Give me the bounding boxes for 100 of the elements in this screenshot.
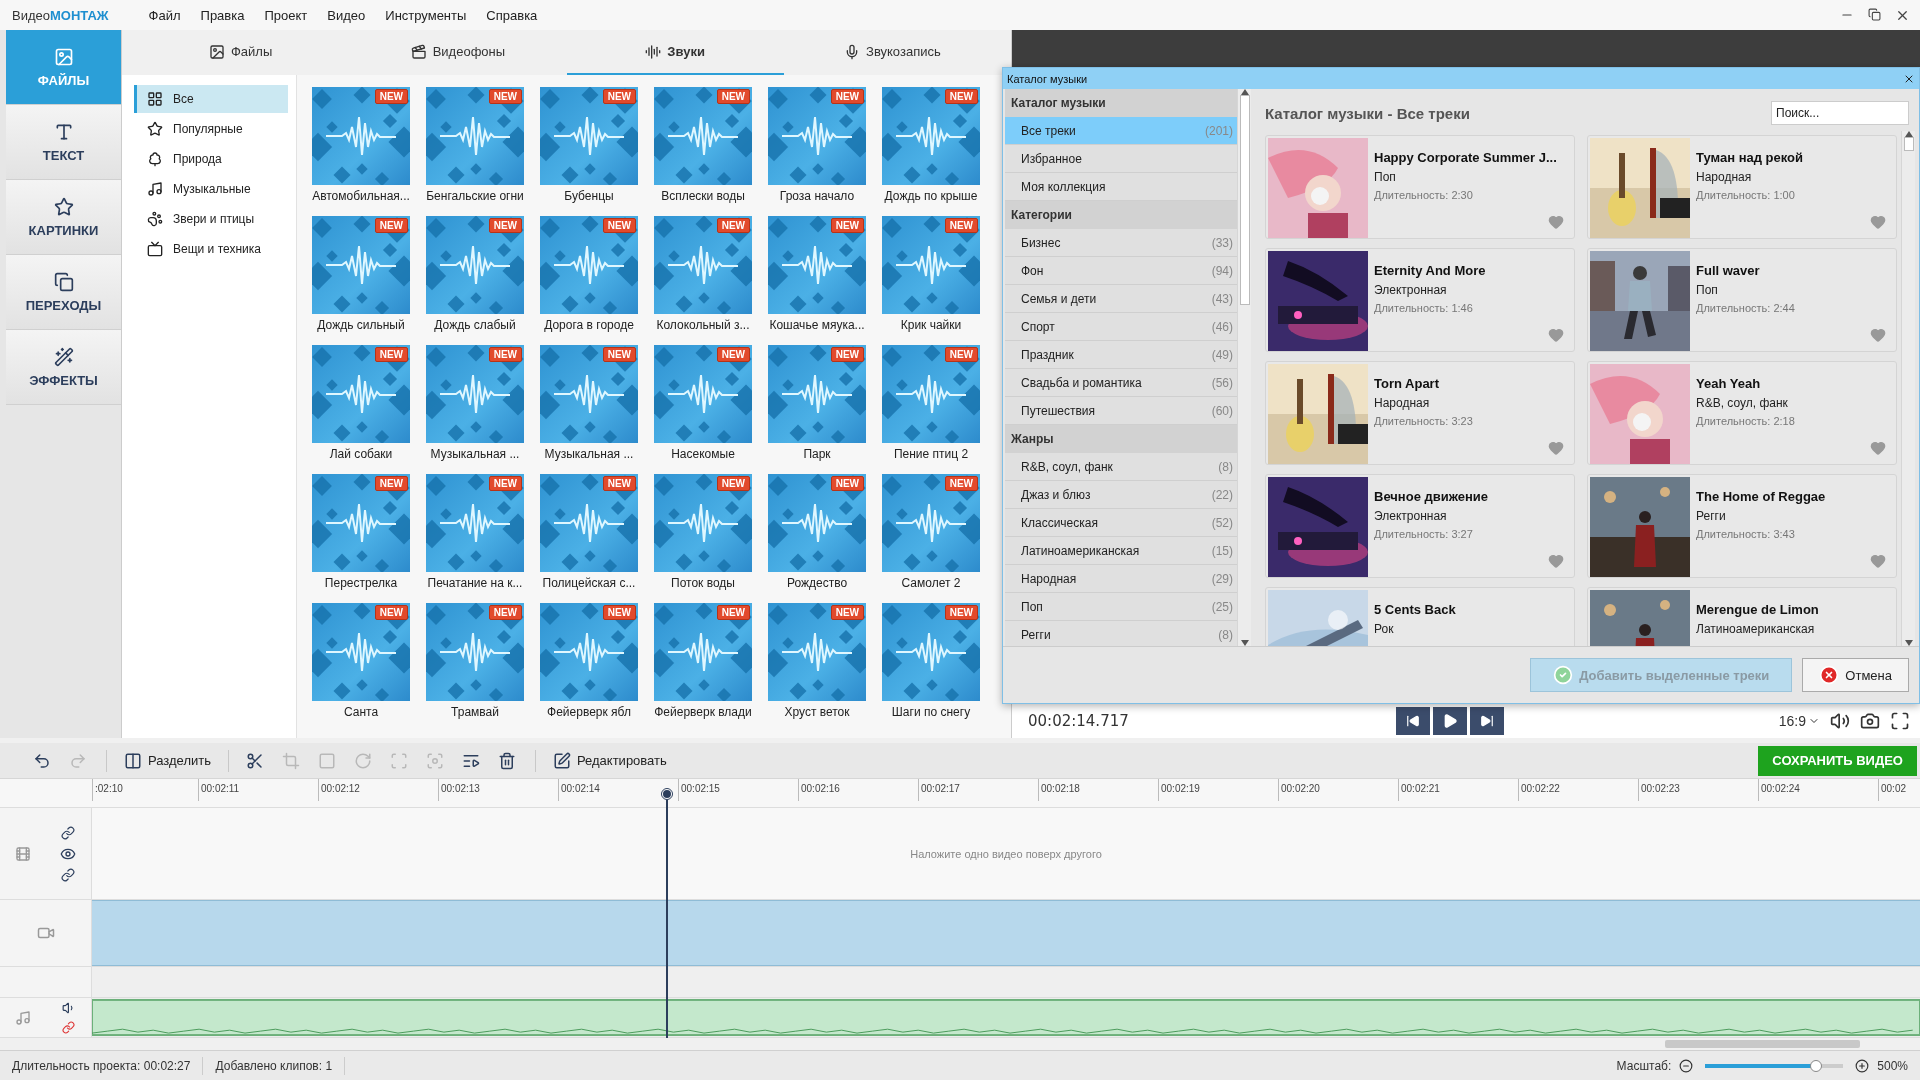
track-card[interactable]: Туман над рекой Народная Длительность: 1:00 <box>1587 135 1897 239</box>
scrollbar-thumb[interactable] <box>1903 137 1914 151</box>
sound-label[interactable]: Музыкальная ... <box>544 446 634 462</box>
tab[interactable]: Видеофоны <box>349 30 567 75</box>
track-card[interactable]: Eternity And More Электронная Длительность: 1:46 <box>1265 248 1575 352</box>
track-card[interactable]: The Home of Reggae Регги Длительность: 3:43 <box>1587 474 1897 578</box>
sound-label[interactable]: Всплески воды <box>661 188 745 204</box>
catalog-list-item[interactable]: Праздник (49) <box>1005 341 1237 369</box>
category-item[interactable]: Звери и птицы <box>134 205 288 233</box>
scroll-down-icon[interactable] <box>1240 640 1249 646</box>
sound-label[interactable]: Перестрелка <box>324 575 398 591</box>
catalog-list-item[interactable]: Свадьба и романтика (56) <box>1005 369 1237 397</box>
camera-icon[interactable] <box>1860 711 1880 731</box>
volume-icon[interactable] <box>1830 711 1850 731</box>
menu-item[interactable]: Правка <box>190 7 255 23</box>
sound-label[interactable]: Печатание на к... <box>427 575 523 591</box>
catalog-list-item[interactable]: Фон (94) <box>1005 257 1237 285</box>
sound-label[interactable]: Музыкальная ... <box>430 446 520 462</box>
scroll-down-icon[interactable] <box>1904 640 1913 646</box>
catalog-list-item[interactable]: Регги (8) <box>1005 621 1237 646</box>
zoom-out-icon[interactable] <box>1679 1058 1694 1073</box>
sound-label[interactable]: Кошачье мяука... <box>769 317 865 333</box>
sound-label[interactable]: Парк <box>803 446 831 462</box>
track-card[interactable]: Torn Apart Народная Длительность: 3:23 <box>1265 361 1575 465</box>
previous-button[interactable] <box>1396 707 1430 735</box>
link-icon[interactable] <box>61 867 76 882</box>
sound-label[interactable]: Поток воды <box>671 575 735 591</box>
sidebar-item[interactable]: ТЕКСТ <box>6 105 121 180</box>
sound-label[interactable]: Крик чайки <box>900 317 962 333</box>
track-card[interactable]: Вечное движение Электронная Длительность: 3:27 <box>1265 474 1575 578</box>
sidebar-item[interactable]: ЭФФЕКТЫ <box>6 330 121 405</box>
catalog-list-item[interactable]: Народная (29) <box>1005 565 1237 593</box>
sidebar-item[interactable]: ПЕРЕХОДЫ <box>6 255 121 330</box>
split-button[interactable]: Разделить <box>119 746 216 775</box>
tab[interactable]: Звукозапись <box>783 30 1001 75</box>
scrollbar-thumb[interactable] <box>1239 95 1250 305</box>
catalog-list-item[interactable]: Семья и дети (43) <box>1005 285 1237 313</box>
music-note-icon <box>147 181 163 197</box>
sound-label[interactable]: Фейерверк влади <box>654 704 752 720</box>
catalog-list-item[interactable]: Спорт (46) <box>1005 313 1237 341</box>
sound-label[interactable]: Самолет 2 <box>901 575 961 591</box>
menu-item[interactable]: Видео <box>317 7 376 23</box>
catalog-list-item[interactable]: R&B, соул, фанк (8) <box>1005 453 1237 481</box>
catalog-list-item[interactable]: Моя коллекция <box>1005 173 1237 201</box>
sound-label[interactable]: Полицейская с... <box>542 575 636 591</box>
menu-item[interactable]: Справка <box>476 7 548 23</box>
sound-label[interactable]: Колокольный з... <box>656 317 750 333</box>
aspect-ratio-dropdown[interactable]: 16:9 <box>1778 713 1820 729</box>
track-card[interactable]: Happy Corporate Summer J... Поп Длительность: 2:30 <box>1265 135 1575 239</box>
edit-button[interactable]: Редактировать <box>547 746 672 775</box>
play-button[interactable] <box>1433 707 1467 735</box>
track-card[interactable]: 5 Cents Back Рок <box>1265 587 1575 646</box>
sound-label[interactable]: Дождь сильный <box>317 317 405 333</box>
catalog-list-item[interactable]: Все треки (201) <box>1005 117 1237 145</box>
category-item[interactable]: Популярные <box>134 115 288 143</box>
sound-label[interactable]: Бенгальские огни <box>426 188 524 204</box>
catalog-list-item[interactable]: Джаз и блюз (22) <box>1005 481 1237 509</box>
catalog-list-item[interactable]: Избранное <box>1005 145 1237 173</box>
sound-label[interactable]: Трамвай <box>451 704 499 720</box>
menu-item[interactable]: Проект <box>254 7 318 23</box>
sound-label[interactable]: Дождь слабый <box>434 317 516 333</box>
sound-label[interactable]: Шаги по снегу <box>891 704 971 720</box>
sound-label[interactable]: Насекомые <box>671 446 735 462</box>
menu-item[interactable]: Инструменты <box>375 7 477 23</box>
tab[interactable]: Файлы <box>132 30 350 75</box>
category-item[interactable]: Музыкальные <box>134 175 288 203</box>
sound-label[interactable]: Пение птиц 2 <box>893 446 969 462</box>
catalog-list-item[interactable]: Поп (25) <box>1005 593 1237 621</box>
track-card[interactable]: Full waver Поп Длительность: 2:44 <box>1587 248 1897 352</box>
category-item[interactable]: Вещи и техника <box>134 235 288 263</box>
sound-label[interactable]: Дождь по крыше <box>884 188 978 204</box>
restore-icon[interactable] <box>1868 7 1881 21</box>
cancel-button[interactable]: Отмена <box>1802 658 1909 692</box>
menu-item[interactable]: Файл <box>138 7 191 23</box>
sound-label[interactable]: Автомобильная... <box>312 188 410 204</box>
next-button[interactable] <box>1470 707 1504 735</box>
track-card[interactable]: Yeah Yeah R&B, соул, фанк Длительность: 2:18 <box>1587 361 1897 465</box>
slider-thumb[interactable] <box>1809 1059 1822 1072</box>
catalog-list-item[interactable]: Бизнес (33) <box>1005 229 1237 257</box>
track-card[interactable]: Merengue de Limon Латиноамериканская <box>1587 587 1897 646</box>
playhead[interactable] <box>661 788 673 1038</box>
sound-label[interactable]: Лай собаки <box>329 446 393 462</box>
sidebar-item[interactable]: КАРТИНКИ <box>6 180 121 255</box>
catalog-list-item[interactable]: Латиноамериканская (15) <box>1005 537 1237 565</box>
category-item[interactable]: Все <box>134 85 288 113</box>
search-field[interactable]: Поиск... <box>1771 101 1909 125</box>
zoom-in-icon[interactable] <box>1855 1058 1870 1073</box>
category-item[interactable]: Природа <box>134 145 288 173</box>
sound-label[interactable]: Гроза начало <box>779 188 855 204</box>
sound-label[interactable]: Фейерверк ябл <box>547 704 631 720</box>
catalog-list-item[interactable]: Путешествия (60) <box>1005 397 1237 425</box>
sound-label[interactable]: Дорога в городе <box>544 317 634 333</box>
sound-label[interactable]: Санта <box>343 704 379 720</box>
fullscreen-icon[interactable] <box>1890 711 1910 731</box>
link-icon[interactable] <box>61 825 76 840</box>
unlink-icon[interactable] <box>62 1021 76 1034</box>
sound-label[interactable]: Хруст веток <box>784 704 850 720</box>
sound-label[interactable]: Бубенцы <box>564 188 614 204</box>
catalog-list-item[interactable]: Классическая (52) <box>1005 509 1237 537</box>
sound-label[interactable]: Рождество <box>786 575 848 591</box>
